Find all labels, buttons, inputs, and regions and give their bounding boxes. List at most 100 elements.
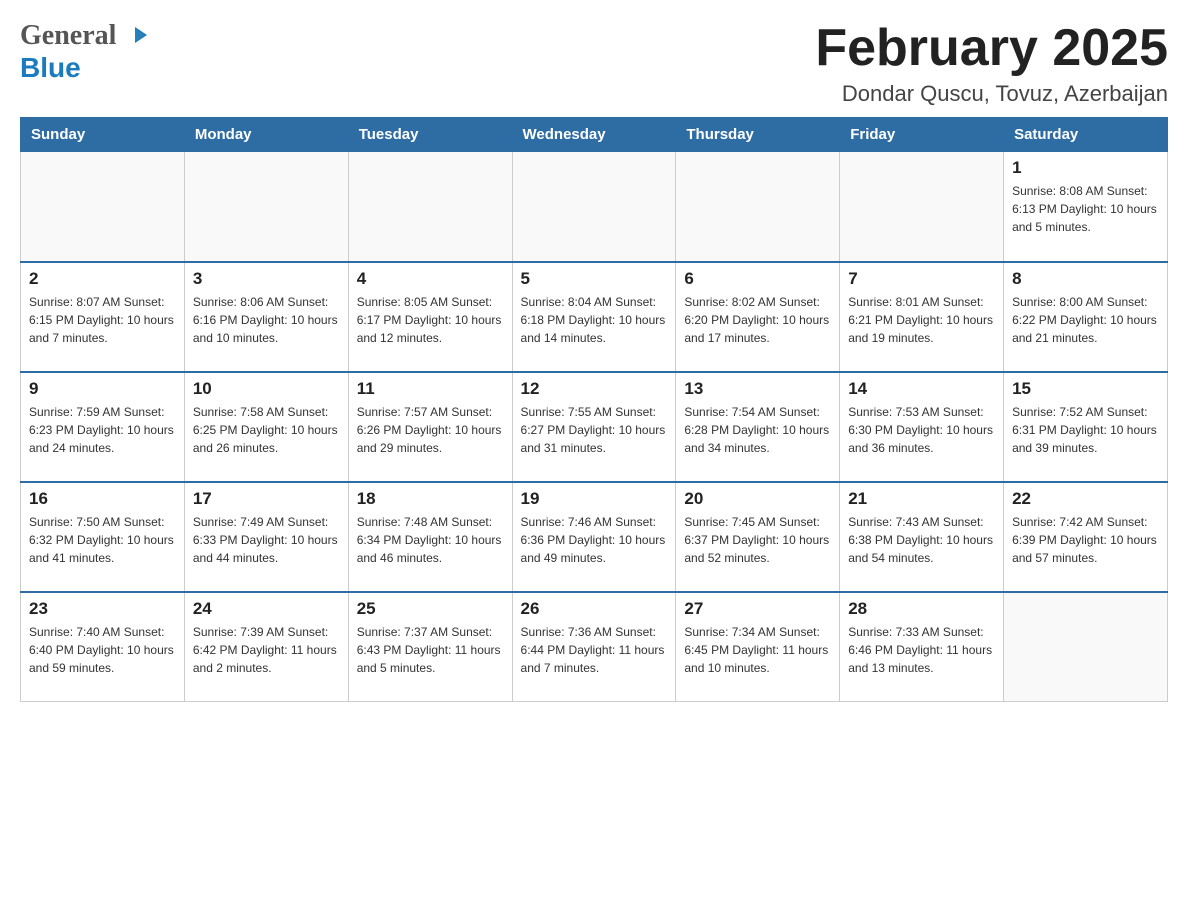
day-info: Sunrise: 7:39 AM Sunset: 6:42 PM Dayligh… (193, 623, 340, 677)
day-info: Sunrise: 7:49 AM Sunset: 6:33 PM Dayligh… (193, 513, 340, 567)
table-row: 15 Sunrise: 7:52 AM Sunset: 6:31 PM Dayli… (1004, 372, 1168, 482)
table-row: 13 Sunrise: 7:54 AM Sunset: 6:28 PM Dayli… (676, 372, 840, 482)
day-info: Sunrise: 7:34 AM Sunset: 6:45 PM Dayligh… (684, 623, 831, 677)
day-info: Sunrise: 8:08 AM Sunset: 6:13 PM Dayligh… (1012, 182, 1159, 236)
table-row: 25 Sunrise: 7:37 AM Sunset: 6:43 PM Dayli… (348, 592, 512, 702)
day-number: 13 (684, 379, 831, 399)
day-info: Sunrise: 7:43 AM Sunset: 6:38 PM Dayligh… (848, 513, 995, 567)
day-number: 27 (684, 599, 831, 619)
table-row: 24 Sunrise: 7:39 AM Sunset: 6:42 PM Dayli… (184, 592, 348, 702)
subtitle: Dondar Quscu, Tovuz, Azerbaijan (815, 81, 1168, 107)
table-row: 19Sunrise: 7:46 AM Sunset: 6:36 PM Dayli… (512, 482, 676, 592)
calendar-week-row: 23Sunrise: 7:40 AM Sunset: 6:40 PM Dayli… (21, 592, 1168, 702)
day-number: 16 (29, 489, 176, 509)
calendar-week-row: 1 Sunrise: 8:08 AM Sunset: 6:13 PM Daylig… (21, 152, 1168, 262)
main-title: February 2025 (815, 20, 1168, 77)
table-row: 1 Sunrise: 8:08 AM Sunset: 6:13 PM Daylig… (1004, 152, 1168, 262)
logo-flag-icon (119, 25, 151, 49)
table-row: 14 Sunrise: 7:53 AM Sunset: 6:30 PM Dayli… (840, 372, 1004, 482)
calendar-week-row: 9 Sunrise: 7:59 AM Sunset: 6:23 PM Daylig… (21, 372, 1168, 482)
day-number: 1 (1012, 158, 1159, 178)
day-number: 18 (357, 489, 504, 509)
day-number: 14 (848, 379, 995, 399)
logo: General Blue (20, 20, 151, 84)
day-number: 4 (357, 269, 504, 289)
day-info: Sunrise: 7:36 AM Sunset: 6:44 PM Dayligh… (521, 623, 668, 677)
day-info: Sunrise: 8:06 AM Sunset: 6:16 PM Dayligh… (193, 293, 340, 347)
day-number: 21 (848, 489, 995, 509)
table-row: 4 Sunrise: 8:05 AM Sunset: 6:17 PM Daylig… (348, 262, 512, 372)
day-number: 5 (521, 269, 668, 289)
day-info: Sunrise: 7:33 AM Sunset: 6:46 PM Dayligh… (848, 623, 995, 677)
calendar-header-row: Sunday Monday Tuesday Wednesday Thursday… (21, 118, 1168, 152)
day-number: 12 (521, 379, 668, 399)
day-number: 6 (684, 269, 831, 289)
day-number: 10 (193, 379, 340, 399)
day-info: Sunrise: 7:55 AM Sunset: 6:27 PM Dayligh… (521, 403, 668, 457)
day-info: Sunrise: 7:48 AM Sunset: 6:34 PM Dayligh… (357, 513, 504, 567)
table-row (676, 152, 840, 262)
table-row: 26 Sunrise: 7:36 AM Sunset: 6:44 PM Dayli… (512, 592, 676, 702)
table-row: 28 Sunrise: 7:33 AM Sunset: 6:46 PM Dayli… (840, 592, 1004, 702)
table-row: 6 Sunrise: 8:02 AM Sunset: 6:20 PM Daylig… (676, 262, 840, 372)
table-row (512, 152, 676, 262)
day-info: Sunrise: 8:02 AM Sunset: 6:20 PM Dayligh… (684, 293, 831, 347)
day-number: 11 (357, 379, 504, 399)
day-info: Sunrise: 8:07 AM Sunset: 6:15 PM Dayligh… (29, 293, 176, 347)
col-thursday: Thursday (676, 118, 840, 152)
day-info: Sunrise: 7:54 AM Sunset: 6:28 PM Dayligh… (684, 403, 831, 457)
table-row: 16 Sunrise: 7:50 AM Sunset: 6:32 PM Dayli… (21, 482, 185, 592)
day-info: Sunrise: 7:53 AM Sunset: 6:30 PM Dayligh… (848, 403, 995, 457)
table-row: 23Sunrise: 7:40 AM Sunset: 6:40 PM Dayli… (21, 592, 185, 702)
col-monday: Monday (184, 118, 348, 152)
day-info: Sunrise: 8:01 AM Sunset: 6:21 PM Dayligh… (848, 293, 995, 347)
calendar-week-row: 2 Sunrise: 8:07 AM Sunset: 6:15 PM Daylig… (21, 262, 1168, 372)
day-number: 9 (29, 379, 176, 399)
calendar-table: Sunday Monday Tuesday Wednesday Thursday… (20, 117, 1168, 702)
day-number: 22 (1012, 489, 1159, 509)
day-number: 3 (193, 269, 340, 289)
table-row: 3 Sunrise: 8:06 AM Sunset: 6:16 PM Daylig… (184, 262, 348, 372)
title-section: February 2025 Dondar Quscu, Tovuz, Azerb… (815, 20, 1168, 107)
day-info: Sunrise: 7:42 AM Sunset: 6:39 PM Dayligh… (1012, 513, 1159, 567)
table-row: 27 Sunrise: 7:34 AM Sunset: 6:45 PM Dayli… (676, 592, 840, 702)
day-number: 26 (521, 599, 668, 619)
col-tuesday: Tuesday (348, 118, 512, 152)
day-number: 25 (357, 599, 504, 619)
logo-blue-text: Blue (20, 52, 81, 83)
day-number: 2 (29, 269, 176, 289)
page-header: General Blue February 2025 Dondar Quscu,… (20, 20, 1168, 107)
table-row: 10Sunrise: 7:58 AM Sunset: 6:25 PM Dayli… (184, 372, 348, 482)
day-number: 24 (193, 599, 340, 619)
day-number: 15 (1012, 379, 1159, 399)
table-row: 2 Sunrise: 8:07 AM Sunset: 6:15 PM Daylig… (21, 262, 185, 372)
day-info: Sunrise: 8:05 AM Sunset: 6:17 PM Dayligh… (357, 293, 504, 347)
table-row (21, 152, 185, 262)
day-number: 8 (1012, 269, 1159, 289)
day-number: 28 (848, 599, 995, 619)
day-info: Sunrise: 7:50 AM Sunset: 6:32 PM Dayligh… (29, 513, 176, 567)
calendar-week-row: 16 Sunrise: 7:50 AM Sunset: 6:32 PM Dayli… (21, 482, 1168, 592)
col-friday: Friday (840, 118, 1004, 152)
col-wednesday: Wednesday (512, 118, 676, 152)
logo-general-text: General (20, 20, 116, 52)
day-info: Sunrise: 7:37 AM Sunset: 6:43 PM Dayligh… (357, 623, 504, 677)
day-info: Sunrise: 7:52 AM Sunset: 6:31 PM Dayligh… (1012, 403, 1159, 457)
day-number: 20 (684, 489, 831, 509)
day-info: Sunrise: 7:46 AM Sunset: 6:36 PM Dayligh… (521, 513, 668, 567)
day-info: Sunrise: 7:59 AM Sunset: 6:23 PM Dayligh… (29, 403, 176, 457)
table-row: 12 Sunrise: 7:55 AM Sunset: 6:27 PM Dayli… (512, 372, 676, 482)
table-row (184, 152, 348, 262)
table-row (840, 152, 1004, 262)
col-sunday: Sunday (21, 118, 185, 152)
table-row: 22 Sunrise: 7:42 AM Sunset: 6:39 PM Dayli… (1004, 482, 1168, 592)
table-row: 7Sunrise: 8:01 AM Sunset: 6:21 PM Daylig… (840, 262, 1004, 372)
table-row: 9 Sunrise: 7:59 AM Sunset: 6:23 PM Daylig… (21, 372, 185, 482)
table-row: 21 Sunrise: 7:43 AM Sunset: 6:38 PM Dayli… (840, 482, 1004, 592)
table-row: 18 Sunrise: 7:48 AM Sunset: 6:34 PM Dayli… (348, 482, 512, 592)
day-info: Sunrise: 7:57 AM Sunset: 6:26 PM Dayligh… (357, 403, 504, 457)
table-row: 20Sunrise: 7:45 AM Sunset: 6:37 PM Dayli… (676, 482, 840, 592)
table-row (1004, 592, 1168, 702)
col-saturday: Saturday (1004, 118, 1168, 152)
day-number: 17 (193, 489, 340, 509)
